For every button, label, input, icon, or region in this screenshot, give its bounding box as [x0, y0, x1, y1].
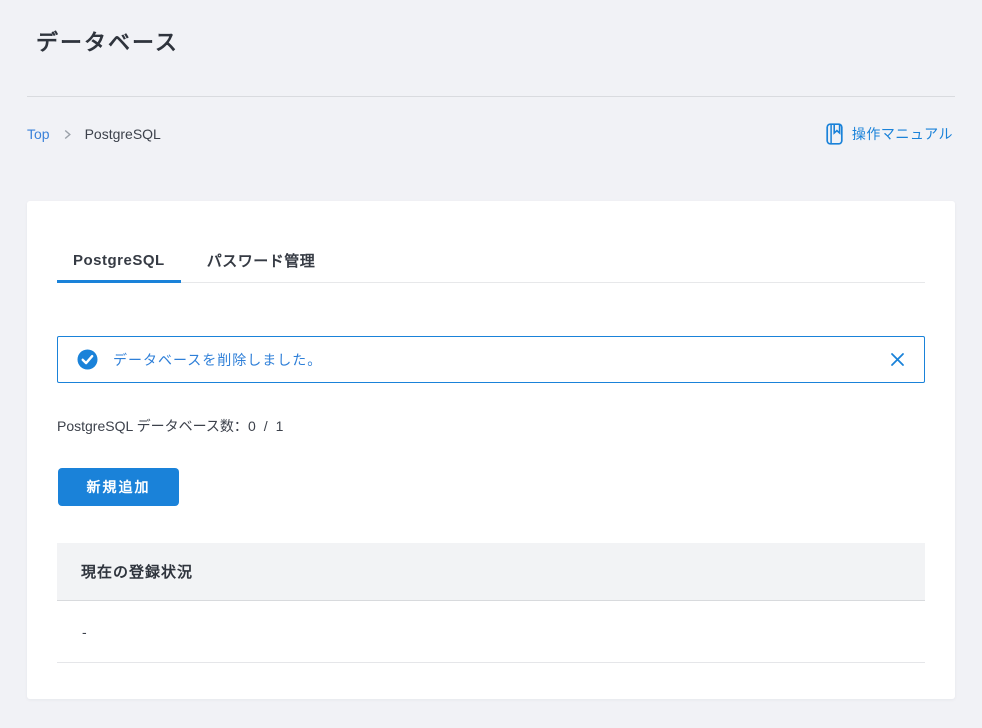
- alert-close-button[interactable]: [888, 350, 907, 369]
- header-divider: [27, 96, 955, 97]
- tab-postgresql-label: PostgreSQL: [73, 251, 165, 269]
- tab-postgresql[interactable]: PostgreSQL: [57, 238, 181, 283]
- tab-bar: PostgreSQL パスワード管理: [57, 201, 925, 283]
- breadcrumb-row: Top PostgreSQL 操作マニュアル: [0, 123, 982, 145]
- database-count: PostgreSQL データベース数： 0 / 1: [57, 416, 925, 436]
- page-title: データベース: [36, 30, 179, 55]
- tab-password-management-label: パスワード管理: [206, 252, 316, 270]
- manual-link-label: 操作マニュアル: [851, 126, 953, 142]
- breadcrumb-link-top[interactable]: Top: [27, 126, 50, 142]
- check-circle-icon: [77, 349, 98, 370]
- tab-password-management[interactable]: パスワード管理: [191, 238, 332, 282]
- alert-message: データベースを削除しました。: [113, 351, 323, 368]
- success-alert: データベースを削除しました。: [57, 336, 925, 383]
- add-new-button[interactable]: 新規追加: [58, 468, 179, 506]
- table-header-label: 現在の登録状況: [81, 564, 194, 581]
- table-row-value: -: [82, 623, 87, 640]
- database-panel: PostgreSQL パスワード管理 データベースを削除しました。 Postgr…: [27, 201, 955, 699]
- manual-book-icon: [825, 123, 844, 145]
- database-count-limit: 1: [275, 418, 284, 434]
- registration-status-table: 現在の登録状況 -: [57, 543, 925, 663]
- chevron-right-icon: [63, 129, 72, 140]
- manual-link[interactable]: 操作マニュアル: [825, 123, 953, 145]
- page-header: データベース: [0, 0, 982, 97]
- table-row: -: [57, 601, 925, 663]
- breadcrumb: Top PostgreSQL: [27, 126, 161, 142]
- breadcrumb-current-postgresql: PostgreSQL: [84, 126, 161, 142]
- database-count-label: PostgreSQL データベース数：: [57, 418, 248, 434]
- database-count-separator: /: [263, 418, 268, 434]
- database-count-current: 0: [247, 418, 256, 434]
- close-icon: [890, 352, 905, 367]
- table-header: 現在の登録状況: [57, 543, 925, 601]
